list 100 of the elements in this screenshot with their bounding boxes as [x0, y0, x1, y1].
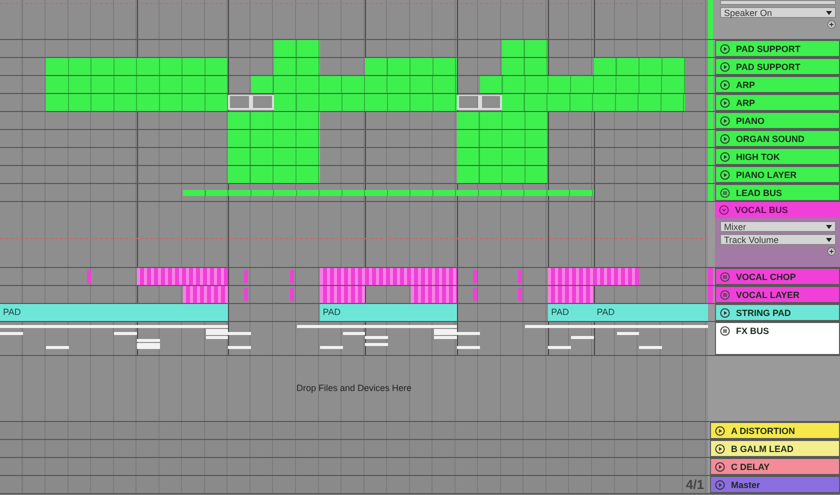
clip[interactable]	[456, 148, 548, 165]
play-icon[interactable]	[720, 152, 730, 162]
clip[interactable]: PAD	[320, 304, 457, 321]
clip[interactable]	[472, 288, 477, 301]
play-icon[interactable]	[720, 62, 730, 72]
play-icon[interactable]	[720, 134, 730, 144]
clip[interactable]	[456, 112, 548, 129]
track-header[interactable]: ARP	[715, 76, 840, 93]
play-icon[interactable]	[715, 462, 725, 472]
clip[interactable]	[456, 166, 548, 183]
clip[interactable]	[228, 148, 320, 165]
clip[interactable]	[244, 270, 248, 283]
clip[interactable]	[274, 40, 320, 57]
drop-hint: Drop Files and Devices Here	[296, 383, 412, 393]
clip-label: PAD	[596, 307, 615, 317]
track-header[interactable]: Master	[710, 476, 840, 493]
clip[interactable]	[502, 58, 548, 75]
track-header[interactable]: FX BUS	[715, 322, 840, 355]
play-icon[interactable]	[720, 44, 730, 54]
clip[interactable]	[46, 76, 228, 93]
midi-note	[0, 332, 23, 335]
track-header[interactable]: LEAD BUS	[715, 184, 840, 201]
clip[interactable]	[228, 166, 320, 183]
track-header[interactable]: B GALM LEAD	[710, 440, 840, 457]
clip-label: PAD	[322, 307, 341, 317]
midi-note	[570, 336, 594, 338]
clip[interactable]	[274, 58, 320, 75]
midi-note	[228, 346, 252, 349]
caret-icon	[826, 10, 832, 14]
midi-note	[320, 346, 343, 349]
midi-note	[616, 332, 640, 335]
caret-icon	[826, 238, 832, 242]
play-icon[interactable]	[715, 426, 725, 436]
clip[interactable]	[548, 286, 594, 303]
track-header[interactable]: PAD SUPPORT	[715, 40, 840, 57]
clip[interactable]	[182, 190, 594, 196]
track-header[interactable]: ORGAN SOUND	[715, 130, 840, 147]
clip[interactable]	[228, 130, 320, 147]
track-header[interactable]: A DISTORTION	[710, 422, 840, 439]
clip[interactable]	[502, 40, 548, 57]
clip[interactable]	[548, 268, 640, 285]
clip[interactable]	[137, 268, 228, 285]
group-icon[interactable]	[720, 188, 730, 198]
play-icon[interactable]	[715, 444, 725, 454]
track-header[interactable]: PIANO LAYER	[715, 166, 840, 183]
clip[interactable]	[518, 288, 522, 301]
clip[interactable]	[472, 270, 477, 283]
dropdown-field[interactable]: Mixer	[720, 221, 836, 232]
track-header[interactable]: STRING PAD	[715, 304, 840, 321]
clip[interactable]	[320, 286, 366, 303]
track-header[interactable]: VOCAL BUS	[715, 202, 840, 218]
clip[interactable]: PAD	[548, 304, 594, 321]
clip[interactable]	[46, 94, 228, 111]
dropdown-field[interactable]: Track Volume	[720, 234, 836, 245]
track-header[interactable]: PAD SUPPORT	[715, 58, 840, 75]
clip[interactable]	[480, 76, 686, 93]
track-header[interactable]: HIGH TOK	[715, 148, 840, 165]
dropdown-field[interactable]: Speaker On	[720, 7, 836, 18]
add-icon[interactable]	[827, 20, 836, 29]
clip[interactable]	[290, 288, 294, 301]
midi-note	[548, 346, 571, 349]
group-icon[interactable]	[720, 326, 730, 336]
track-header[interactable]: C DELAY	[710, 458, 840, 475]
clip-label: PAD	[551, 307, 569, 317]
midi-note	[639, 346, 662, 349]
midi-note	[46, 346, 68, 349]
add-icon[interactable]	[827, 247, 836, 256]
clip[interactable]	[46, 58, 228, 75]
play-icon[interactable]	[720, 116, 730, 126]
clip[interactable]	[244, 288, 248, 301]
play-icon[interactable]	[720, 80, 730, 90]
clip[interactable]	[502, 94, 686, 111]
midi-note	[365, 343, 388, 346]
play-icon[interactable]	[720, 308, 730, 318]
clip[interactable]	[411, 286, 457, 303]
clip[interactable]	[86, 270, 91, 283]
clip[interactable]	[182, 286, 228, 303]
clip[interactable]	[251, 76, 457, 93]
clip-label: PAD	[3, 307, 21, 317]
caret-icon	[826, 224, 832, 228]
fold-icon[interactable]	[719, 205, 729, 215]
play-icon[interactable]	[720, 170, 730, 180]
clip[interactable]	[228, 112, 320, 129]
clip[interactable]	[518, 270, 522, 283]
track-header[interactable]: VOCAL LAYER	[715, 286, 840, 303]
clip[interactable]: PAD	[594, 304, 708, 321]
clip[interactable]	[594, 58, 686, 75]
dropdown-field[interactable]	[720, 0, 836, 5]
clip[interactable]: PAD	[0, 304, 228, 321]
midi-note	[114, 332, 138, 335]
midi-note	[456, 346, 480, 349]
track-header[interactable]: PIANO	[715, 112, 840, 129]
track-header[interactable]: ARP	[715, 94, 840, 111]
play-icon[interactable]	[720, 98, 730, 108]
clip[interactable]	[456, 130, 548, 147]
track-header[interactable]: VOCAL CHOP	[715, 268, 840, 285]
clip[interactable]	[290, 270, 294, 283]
clip[interactable]	[274, 94, 457, 111]
clip[interactable]	[365, 58, 457, 75]
clip[interactable]	[320, 268, 457, 285]
